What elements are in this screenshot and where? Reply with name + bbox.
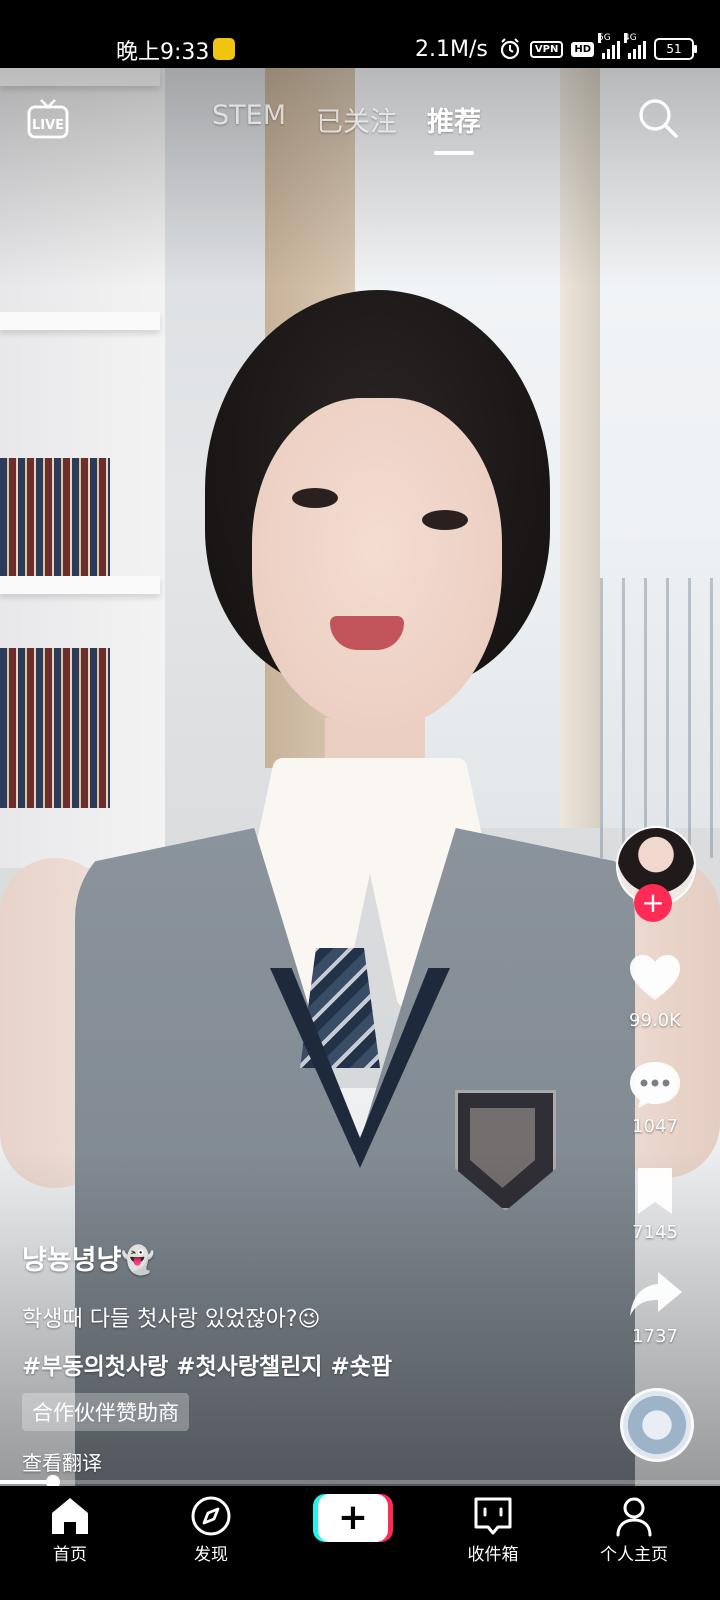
nav-discover[interactable]: 发现	[151, 1494, 271, 1565]
manga-books	[0, 648, 110, 808]
music-disc-icon[interactable]	[620, 1388, 694, 1462]
top-navigation: LIVE STEM 已关注 推荐	[0, 92, 720, 162]
playback-progress-bar[interactable]	[0, 1475, 720, 1489]
video-description: 학생때 다들 첫사랑 있었잖아?😉	[22, 1307, 321, 1332]
heart-icon	[630, 955, 680, 1000]
face	[252, 398, 502, 728]
nav-profile-label: 个人主页	[600, 1545, 668, 1565]
bookmark-icon	[638, 1168, 672, 1214]
nav-inbox-label: 收件箱	[467, 1545, 519, 1565]
tab-following[interactable]: 已关注	[316, 100, 397, 139]
shelf	[0, 576, 160, 594]
live-icon[interactable]: LIVE	[27, 97, 69, 139]
nav-inbox[interactable]: 收件箱	[433, 1494, 553, 1565]
status-time: 晚上9:33	[116, 40, 210, 65]
like-button[interactable]: 99.0K	[615, 950, 695, 1031]
favorite-button[interactable]: 7145	[615, 1162, 695, 1243]
alarm-icon	[500, 38, 519, 60]
share-count: 1737	[632, 1326, 678, 1347]
share-icon	[630, 1272, 682, 1316]
create-button[interactable]: +	[313, 1494, 393, 1542]
video-caption: 냥뇽녕냥👻 학생때 다들 첫사랑 있었잖아?😉 #부동의첫사랑 #첫사랑챌린지 …	[22, 1238, 602, 1476]
translate-link[interactable]: 查看翻译	[22, 1447, 602, 1476]
battery-level: 51	[666, 42, 682, 56]
nav-discover-label: 发现	[194, 1545, 228, 1565]
bottom-navigation: 首页 发现 + 收件箱 个人主页	[0, 1486, 720, 1600]
nav-home-label: 首页	[53, 1545, 87, 1565]
sponsor-tag[interactable]: 合作伙伴赞助商	[22, 1393, 189, 1431]
notification-badge-icon	[213, 38, 235, 60]
signal-icon: 4G	[624, 33, 646, 59]
comment-icon	[630, 1062, 680, 1108]
hd-icon: HD	[571, 41, 594, 57]
comment-button[interactable]: 1047	[615, 1056, 695, 1137]
tab-for-you[interactable]: 推荐	[427, 100, 481, 155]
nav-home[interactable]: 首页	[10, 1494, 130, 1565]
balcony-railing	[600, 578, 720, 858]
status-bar: 晚上9:33 2.1M/s VPN HD 5G 4G 51	[0, 0, 720, 68]
share-button[interactable]: 1737	[615, 1266, 695, 1347]
like-count: 99.0K	[629, 1010, 681, 1031]
signal-type: 4G	[624, 33, 637, 43]
search-icon[interactable]	[637, 97, 679, 139]
follow-button[interactable]: +	[634, 884, 672, 922]
create-icon: +	[318, 1494, 388, 1542]
creator-username[interactable]: 냥뇽녕냥👻	[22, 1238, 602, 1277]
signal-type: 5G	[598, 33, 611, 43]
feed-tabs: STEM 已关注 推荐	[212, 100, 481, 155]
eye-right	[422, 510, 468, 530]
eye-left	[292, 488, 338, 508]
nav-profile[interactable]: 个人主页	[574, 1494, 694, 1565]
network-speed: 2.1M/s	[415, 36, 488, 62]
status-indicators: 2.1M/s VPN HD 5G 4G 51	[415, 33, 697, 62]
hashtags[interactable]: #부동의첫사랑 #첫사랑챌린지 #숏팝	[22, 1347, 602, 1381]
profile-icon	[616, 1497, 652, 1537]
compass-icon	[191, 1496, 231, 1536]
vpn-icon: VPN	[529, 40, 564, 58]
manga-books	[0, 458, 110, 578]
signal-icon: 5G	[598, 33, 620, 59]
tab-stem[interactable]: STEM	[212, 100, 286, 139]
app-screen: 晚上9:33 2.1M/s VPN HD 5G 4G 51 LIVE STEM …	[0, 0, 720, 1600]
comment-count: 1047	[632, 1116, 678, 1137]
progress-fill	[0, 1480, 53, 1484]
battery-icon: 51	[654, 38, 697, 60]
inbox-icon	[474, 1497, 512, 1535]
favorite-count: 7145	[632, 1222, 678, 1243]
shelf	[0, 312, 160, 330]
live-label: LIVE	[32, 118, 64, 133]
home-icon	[52, 1498, 88, 1534]
